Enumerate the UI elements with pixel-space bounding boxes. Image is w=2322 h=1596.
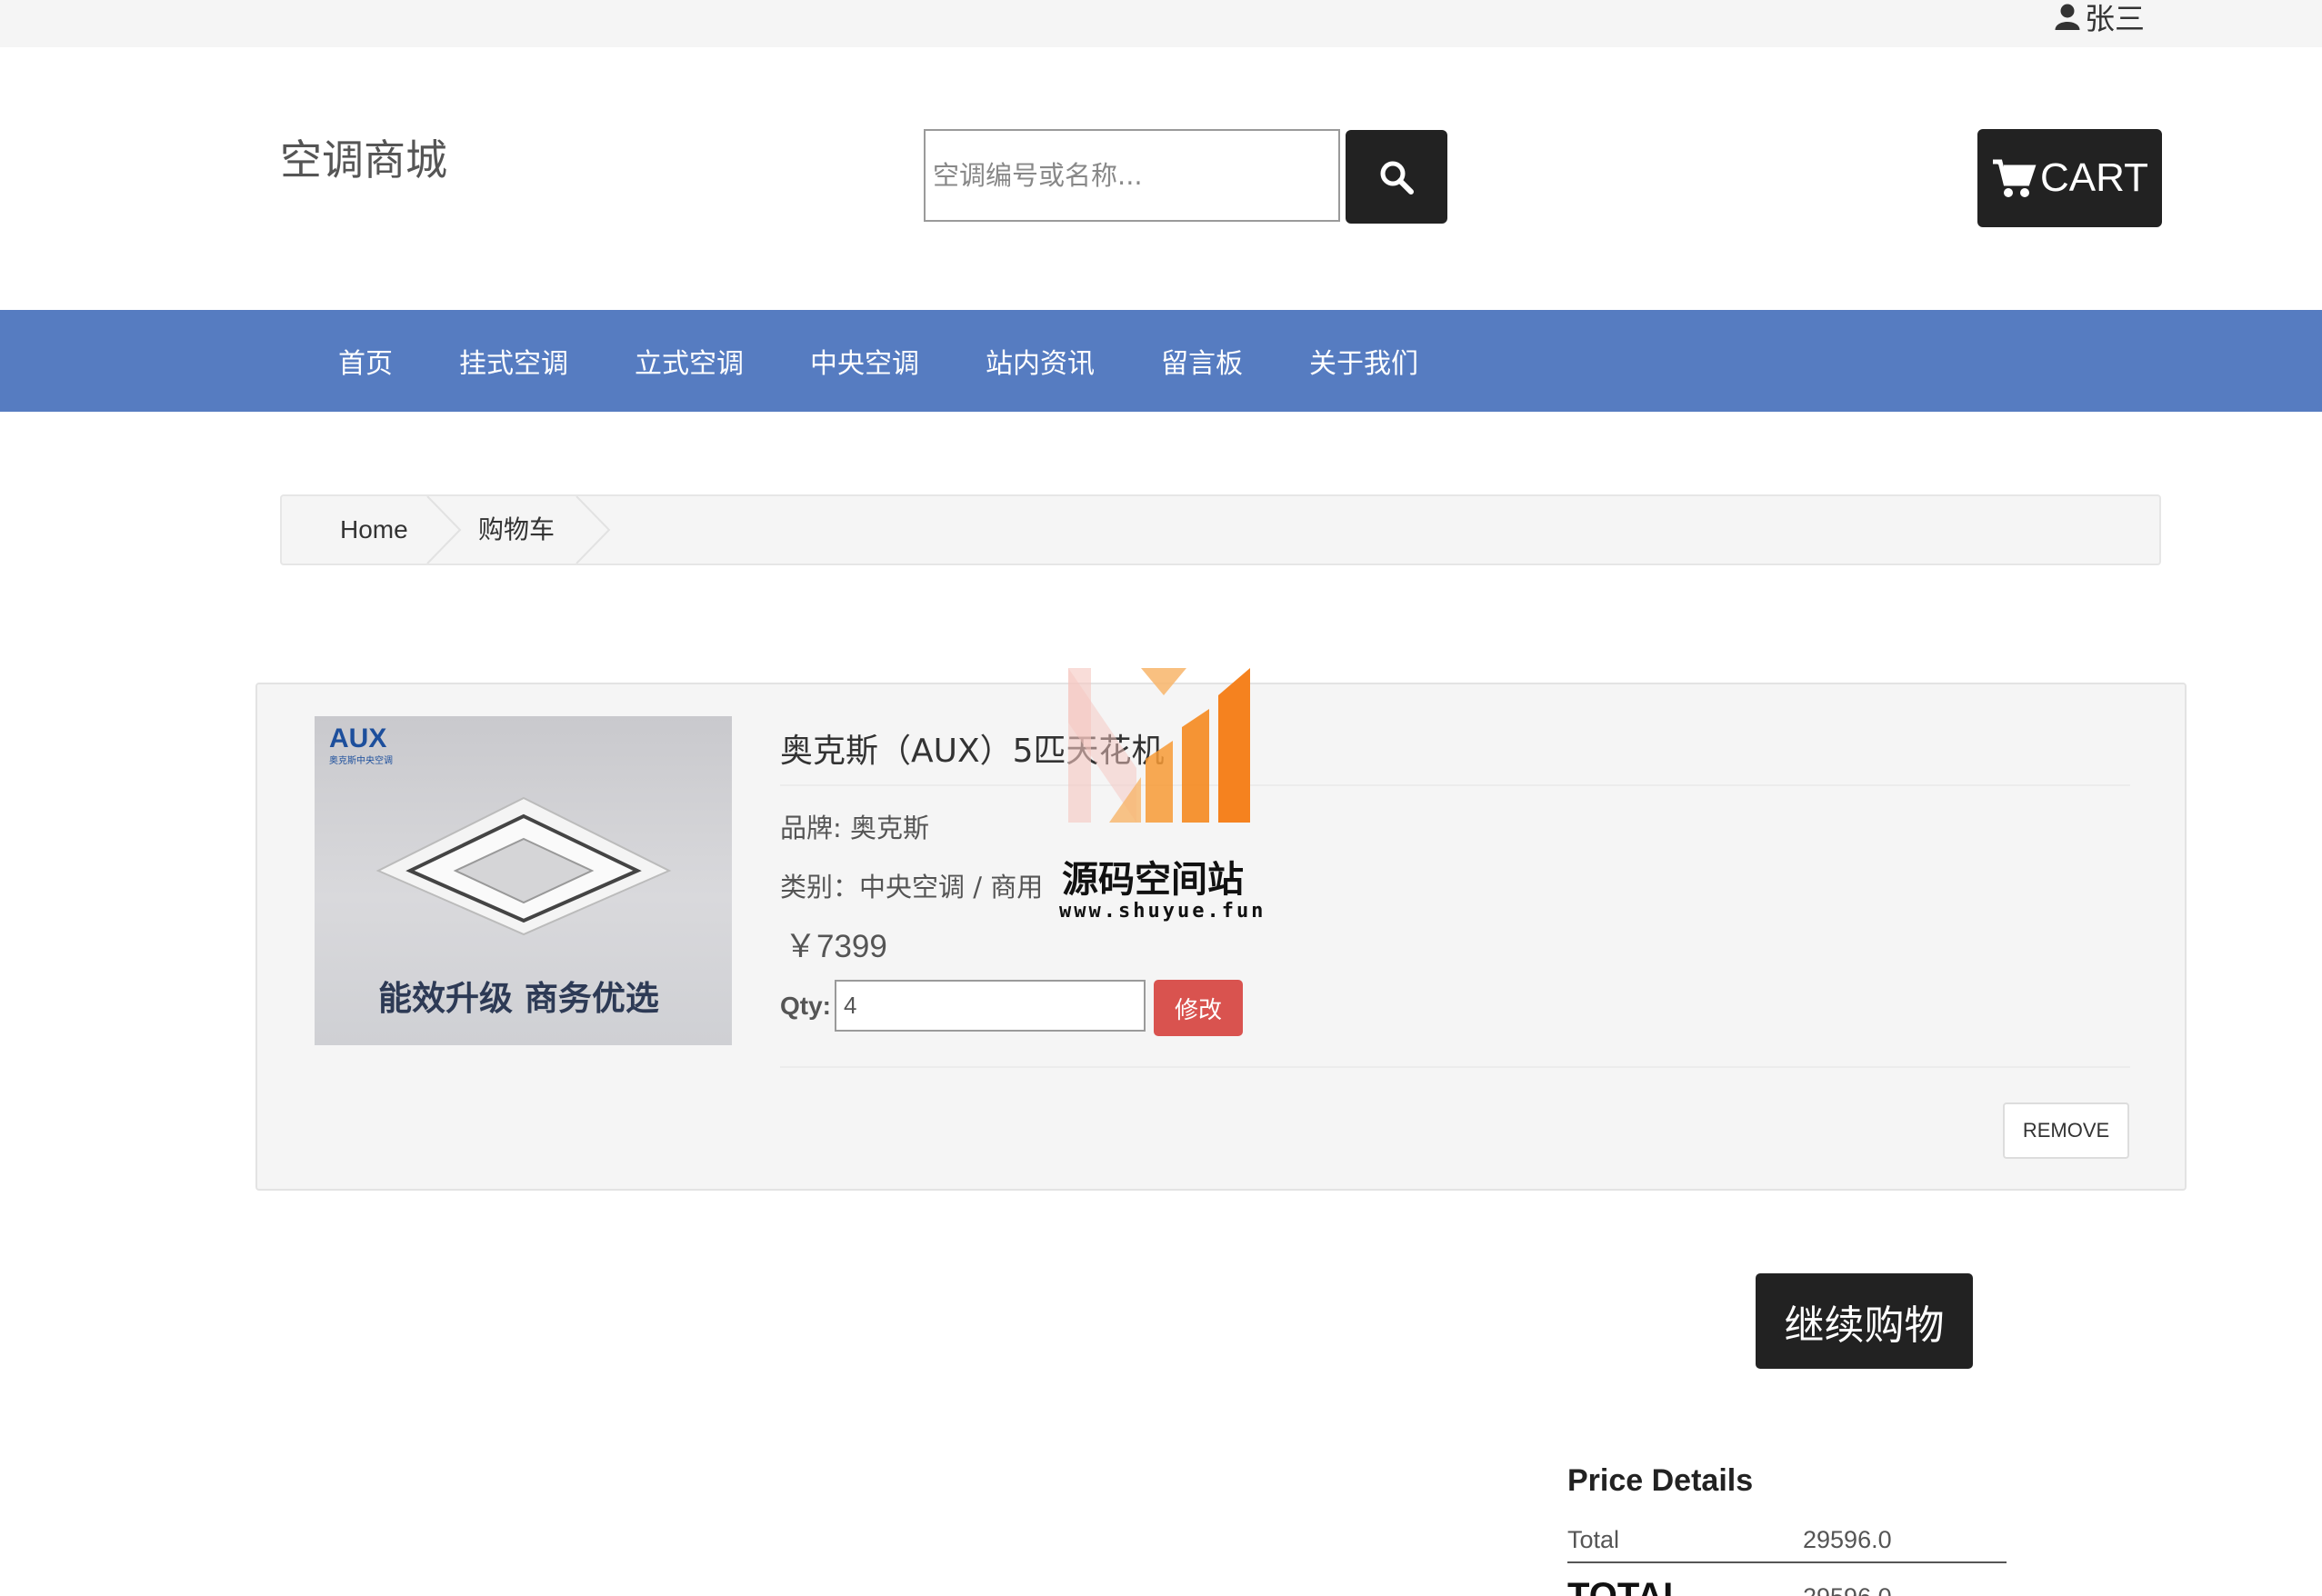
nav-item-central-ac[interactable]: 中央空调 bbox=[810, 341, 919, 381]
grand-total-label: TOTAL bbox=[1567, 1576, 1686, 1596]
remove-button[interactable]: REMOVE bbox=[2003, 1102, 2129, 1159]
product-price: ￥7399 bbox=[785, 929, 887, 964]
air-conditioner-illustration bbox=[375, 796, 672, 936]
divider bbox=[780, 784, 2130, 786]
user-menu[interactable]: 张三 bbox=[2054, 0, 2145, 38]
breadcrumb-home[interactable]: Home bbox=[340, 496, 408, 564]
watermark-text: 源码空间站 bbox=[1062, 859, 1244, 901]
search-input[interactable] bbox=[924, 129, 1340, 222]
nav-item-home[interactable]: 首页 bbox=[338, 341, 393, 381]
breadcrumb-current: 购物车 bbox=[478, 514, 555, 544]
search-icon bbox=[1380, 161, 1414, 195]
nav-item-news[interactable]: 站内资讯 bbox=[986, 341, 1095, 381]
grand-total-value: 29596.0 bbox=[1803, 1583, 1892, 1596]
price-divider bbox=[1567, 1561, 2007, 1563]
site-logo[interactable]: 空调商城 bbox=[280, 127, 447, 187]
modify-qty-button[interactable]: 修改 bbox=[1154, 980, 1243, 1036]
breadcrumb-separator-icon bbox=[575, 496, 611, 564]
qty-input[interactable] bbox=[835, 980, 1146, 1032]
product-image-brand: AUX bbox=[329, 723, 387, 753]
qty-label: Qty: bbox=[780, 992, 831, 1020]
product-image-brand-sub: 奥克斯中央空调 bbox=[329, 756, 393, 766]
product-category: 类别：中央空调 / 商用 bbox=[780, 872, 1044, 903]
breadcrumb: Home 购物车 bbox=[280, 494, 2161, 565]
search-button[interactable] bbox=[1346, 130, 1447, 224]
cart-label: CART bbox=[2040, 155, 2148, 200]
nav-item-about[interactable]: 关于我们 bbox=[1309, 341, 1418, 381]
watermark-url: www.shuyue.fun bbox=[1059, 900, 1266, 923]
product-image-slogan: 能效升级 商务优选 bbox=[378, 979, 659, 1018]
nav-item-message-board[interactable]: 留言板 bbox=[1161, 341, 1243, 381]
product-image[interactable]: AUX 奥克斯中央空调 能效升级 商务优选 bbox=[315, 716, 732, 1045]
nav-item-floor-ac[interactable]: 立式空调 bbox=[635, 341, 744, 381]
nav-item-wall-ac[interactable]: 挂式空调 bbox=[459, 341, 568, 381]
breadcrumb-separator-icon bbox=[426, 496, 462, 564]
continue-shopping-button[interactable]: 继续购物 bbox=[1756, 1273, 1973, 1369]
cart-button[interactable]: CART bbox=[1977, 129, 2162, 227]
main-nav: 首页 挂式空调 立式空调 中央空调 站内资讯 留言板 关于我们 bbox=[0, 310, 2322, 412]
top-bar: 张三 bbox=[0, 0, 2322, 47]
price-total-value: 29596.0 bbox=[1803, 1526, 1892, 1553]
price-total-label: Total bbox=[1567, 1526, 1620, 1553]
product-brand: 品牌: 奥克斯 bbox=[780, 813, 929, 843]
user-icon bbox=[2055, 4, 2080, 30]
divider bbox=[780, 1066, 2130, 1068]
username[interactable]: 张三 bbox=[2085, 0, 2145, 38]
cart-icon bbox=[1993, 159, 2037, 197]
price-details-title: Price Details bbox=[1567, 1463, 1754, 1498]
